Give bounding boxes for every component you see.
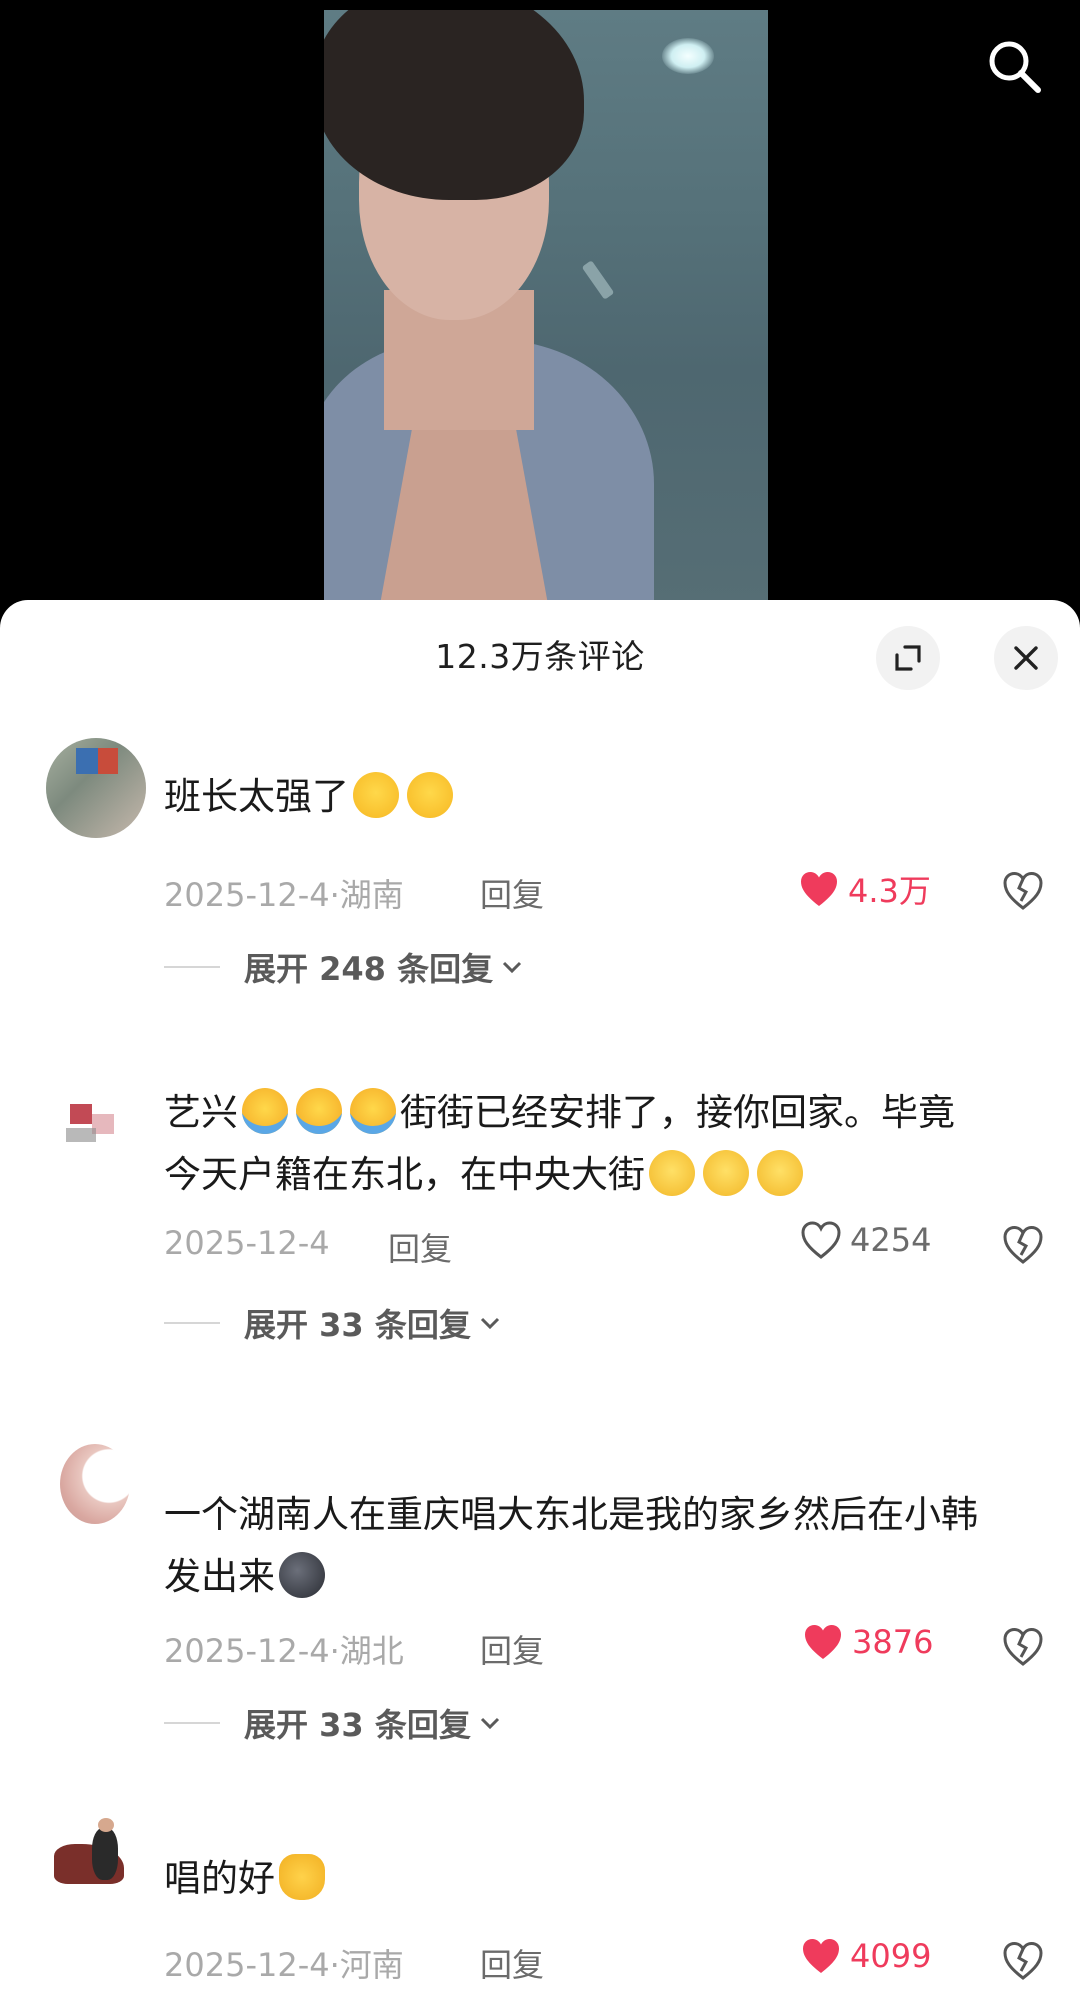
comment-meta: 2025-12-4·湖北 [164, 1626, 404, 1672]
chevron-down-icon [480, 1717, 499, 1730]
expand-replies-label: 展开 248 条回复 [244, 950, 494, 988]
comment-text: 艺兴 街街已经安排了，接你回家。毕竟 今天户籍在东北，在中央大街 [164, 1082, 1044, 1206]
video-area[interactable] [0, 0, 1080, 620]
comment-text: 一个湖南人在重庆唱大东北是我的家乡然后在小韩 发出来 [164, 1484, 1044, 1608]
broken-heart-icon[interactable] [1000, 1938, 1046, 1984]
meta-separator: · [329, 876, 340, 914]
comment-line-1: 艺兴 街街已经安排了，接你回家。毕竟 [164, 1082, 1044, 1144]
comment-date: 2025-12-4 [164, 1224, 330, 1262]
ceiling-light [662, 38, 714, 74]
divider-line [164, 1722, 220, 1724]
comment-text: 唱的好 [164, 1848, 1044, 1910]
expand-button[interactable] [876, 626, 940, 690]
comment-location: 河南 [339, 1946, 404, 1984]
broken-heart-icon[interactable] [1000, 868, 1046, 914]
hug-face-icon [296, 1087, 342, 1134]
expand-replies[interactable]: 展开 33 条回复 [164, 1700, 503, 1746]
reply-button[interactable]: 回复 [388, 1224, 452, 1270]
comment-meta: 2025-12-4 [164, 1224, 330, 1262]
pleading-face-icon [703, 1149, 749, 1196]
comment-body: 班长太强了 [164, 775, 349, 818]
hug-face-icon [242, 1087, 288, 1134]
comment-body: 唱的好 [164, 1857, 275, 1900]
search-icon[interactable] [984, 36, 1044, 96]
pleading-face-icon [649, 1149, 695, 1196]
hug-face-icon [350, 1087, 396, 1134]
comment-location: 湖北 [339, 1632, 404, 1670]
like-count: 4254 [850, 1221, 932, 1259]
like-button[interactable]: 4254 [800, 1220, 931, 1260]
comment-body-cont: 街街已经安排了，接你回家。毕竟 [400, 1091, 955, 1134]
comment-sheet: 12.3万条评论 班长太强了 2025-12-4·湖南 回复 4.3万 展开 2… [0, 600, 1080, 2016]
broken-heart-icon[interactable] [1000, 1624, 1046, 1670]
comment-meta: 2025-12-4·湖南 [164, 870, 404, 916]
close-button[interactable] [994, 626, 1058, 690]
like-count: 3876 [852, 1623, 934, 1661]
reply-button[interactable]: 回复 [480, 870, 544, 916]
comment-body-line2: 今天户籍在东北，在中央大街 [164, 1153, 645, 1196]
heart-icon [805, 1625, 841, 1659]
comment-body: 艺兴 [164, 1091, 238, 1134]
meta-separator: · [329, 1632, 340, 1670]
comment-location: 湖南 [339, 876, 404, 914]
heart-icon [801, 872, 837, 906]
comment-body-line2: 发出来 [164, 1555, 275, 1598]
divider-line [164, 1322, 220, 1324]
crying-face-icon [353, 771, 399, 818]
reply-button[interactable]: 回复 [480, 1940, 544, 1986]
expand-replies[interactable]: 展开 248 条回复 [164, 944, 525, 990]
new-moon-face-icon [279, 1551, 325, 1598]
expand-replies[interactable]: 展开 33 条回复 [164, 1300, 503, 1346]
divider-line [164, 966, 220, 968]
chevron-down-icon [503, 961, 522, 974]
shower-head [581, 260, 615, 300]
comment-date: 2025-12-4 [164, 876, 330, 914]
chevron-down-icon [480, 1317, 499, 1330]
video-thumbnail[interactable] [324, 10, 768, 610]
avatar[interactable] [46, 1810, 146, 1910]
avatar[interactable] [46, 1434, 146, 1534]
comment-line-2: 今天户籍在东北，在中央大街 [164, 1144, 1044, 1206]
heart-hands-icon [279, 1853, 325, 1900]
meta-separator: · [329, 1946, 340, 1984]
close-icon [1014, 646, 1038, 670]
broken-heart-icon[interactable] [1000, 1222, 1046, 1268]
comment-meta: 2025-12-4·河南 [164, 1940, 404, 1986]
heart-icon [803, 1939, 839, 1973]
comment-text: 班长太强了 [164, 766, 1044, 828]
expand-replies-label: 展开 33 条回复 [244, 1706, 471, 1744]
heart-icon [801, 1221, 841, 1259]
avatar[interactable] [46, 1082, 146, 1182]
crying-face-icon [407, 771, 453, 818]
comment-date: 2025-12-4 [164, 1946, 330, 1984]
avatar[interactable] [46, 738, 146, 838]
like-count: 4.3万 [848, 872, 931, 910]
expand-replies-label: 展开 33 条回复 [244, 1306, 471, 1344]
like-count: 4099 [850, 1937, 932, 1975]
comment-line-2: 发出来 [164, 1546, 1044, 1608]
pleading-face-icon [757, 1149, 803, 1196]
like-button[interactable]: 3876 [802, 1622, 933, 1662]
reply-button[interactable]: 回复 [480, 1626, 544, 1672]
comment-body: 一个湖南人在重庆唱大东北是我的家乡然后在小韩 [164, 1493, 978, 1536]
person-hair [324, 10, 584, 200]
expand-icon [895, 645, 921, 671]
like-button[interactable]: 4.3万 [798, 866, 931, 912]
like-button[interactable]: 4099 [800, 1936, 931, 1976]
comment-date: 2025-12-4 [164, 1632, 330, 1670]
